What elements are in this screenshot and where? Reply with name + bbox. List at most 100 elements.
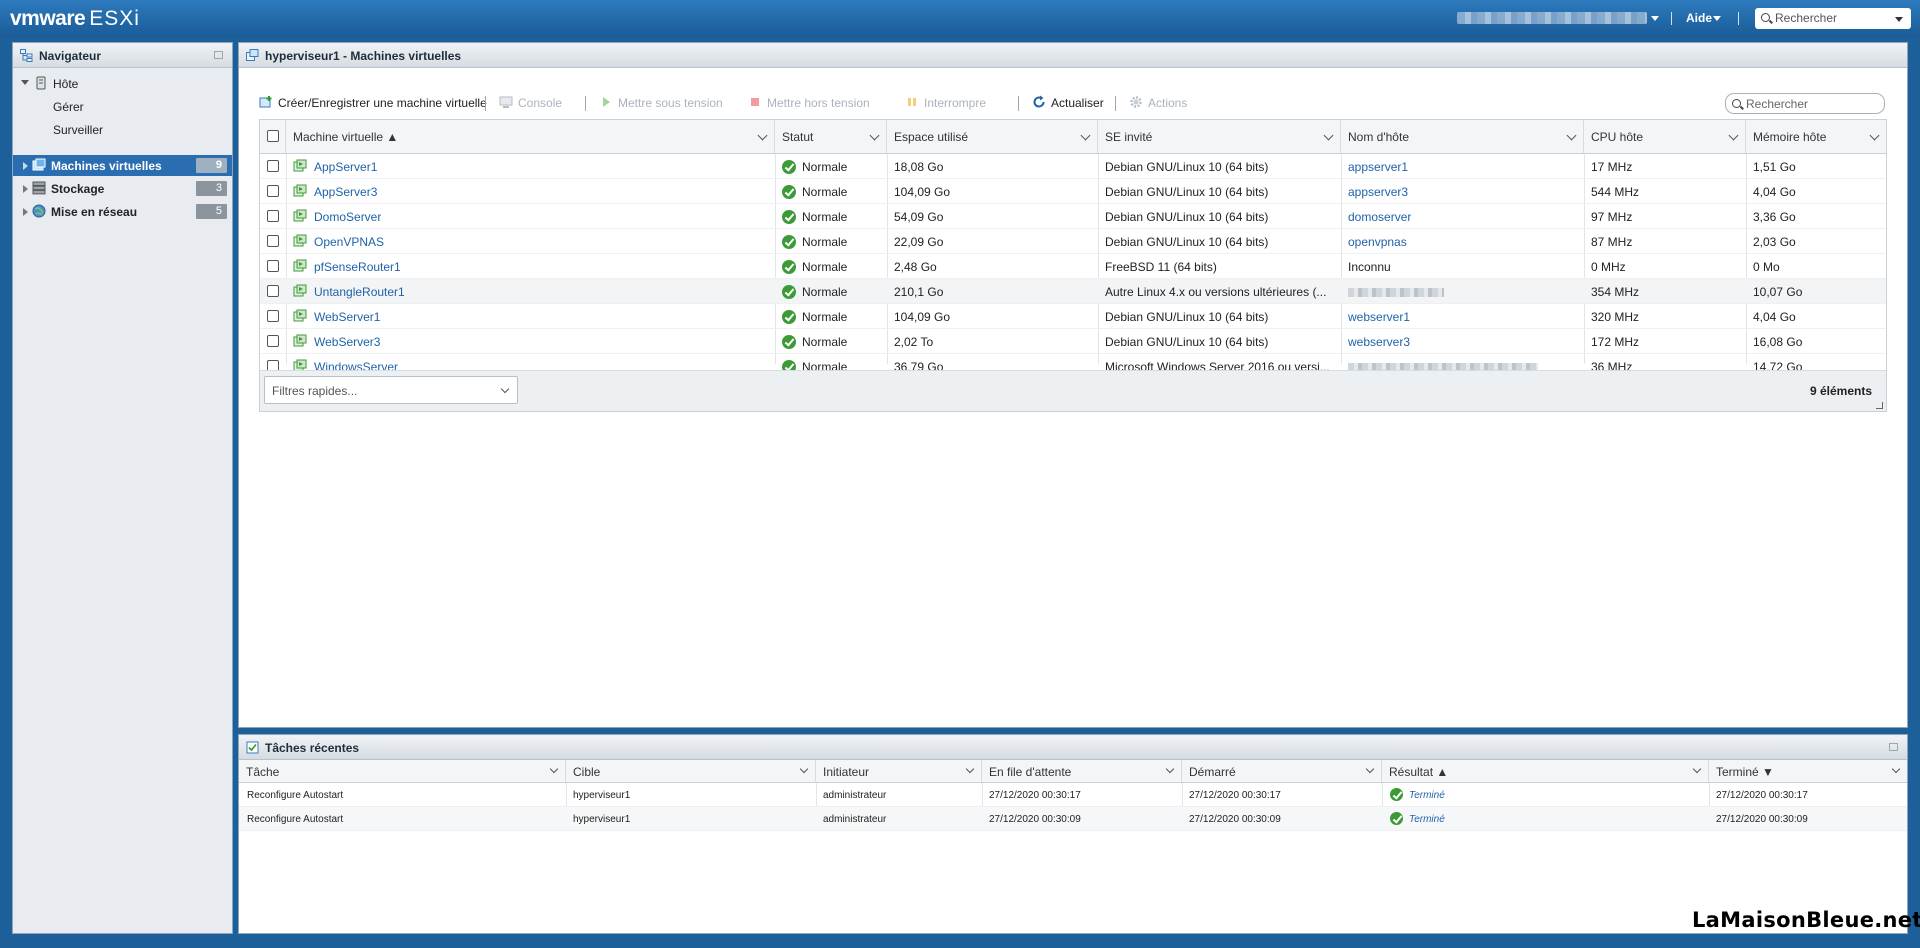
- vm-name-link[interactable]: AppServer3: [314, 185, 377, 199]
- chevron-down-icon[interactable]: [1165, 764, 1175, 774]
- column-header-initiator[interactable]: Initiateur: [816, 760, 982, 782]
- task-result[interactable]: Terminé: [1409, 814, 1445, 825]
- row-checkbox[interactable]: [267, 210, 279, 222]
- vm-search-input[interactable]: Rechercher: [1725, 93, 1885, 114]
- nav-item-virtual-machines[interactable]: Machines virtuelles 9: [13, 155, 232, 176]
- minimize-button[interactable]: [1889, 743, 1898, 751]
- column-header-task[interactable]: Tâche: [239, 760, 566, 782]
- nav-item-storage[interactable]: Stockage 3: [13, 178, 232, 199]
- vm-name-link[interactable]: WebServer1: [314, 310, 380, 324]
- table-row[interactable]: OpenVPNAS Normale 22,09 Go Debian GNU/Linux…: [260, 229, 1886, 254]
- chevron-down-icon[interactable]: [757, 130, 768, 141]
- suspend-button[interactable]: Interrompre: [905, 93, 986, 113]
- vm-name-link[interactable]: pfSenseRouter1: [314, 260, 401, 274]
- vm-name-link[interactable]: AppServer1: [314, 160, 377, 174]
- nav-item-networking[interactable]: Mise en réseau 5: [13, 201, 232, 222]
- expand-toggle-icon[interactable]: [23, 162, 28, 170]
- row-checkbox[interactable]: [267, 260, 279, 272]
- table-row[interactable]: WebServer1 Normale 104,09 Go Debian GNU/Lin…: [260, 304, 1886, 329]
- minimize-button[interactable]: [214, 51, 223, 59]
- nav-item-manage[interactable]: Gérer: [13, 96, 232, 117]
- expand-toggle-icon[interactable]: [23, 185, 28, 193]
- table-row[interactable]: UntangleRouter1 Normale 210,1 Go Autre Linu…: [260, 279, 1886, 304]
- chevron-down-icon[interactable]: [1080, 130, 1091, 141]
- column-header-status[interactable]: Statut: [775, 120, 887, 153]
- chevron-down-icon[interactable]: [1323, 130, 1334, 141]
- table-row[interactable]: WebServer3 Normale 2,02 To Debian GNU/Linux…: [260, 329, 1886, 354]
- chevron-down-icon[interactable]: [1566, 130, 1577, 141]
- refresh-button[interactable]: Actualiser: [1032, 93, 1104, 113]
- chevron-down-icon[interactable]: [869, 130, 880, 141]
- user-menu-caret-icon[interactable]: [1651, 16, 1659, 21]
- vm-name-link[interactable]: DomoServer: [314, 210, 381, 224]
- task-target[interactable]: hyperviseur1: [573, 790, 630, 801]
- row-checkbox[interactable]: [267, 160, 279, 172]
- task-row[interactable]: Reconfigure Autostart hyperviseur1 adminis…: [239, 783, 1907, 807]
- console-icon: [499, 96, 513, 108]
- column-header-host-name[interactable]: Nom d'hôte: [1341, 120, 1584, 153]
- vm-name-link[interactable]: OpenVPNAS: [314, 235, 384, 249]
- vmware-esxi-logo[interactable]: vmware ESXi: [10, 7, 140, 31]
- column-header-host-memory[interactable]: Mémoire hôte: [1746, 120, 1886, 153]
- vm-name-link[interactable]: WebServer3: [314, 335, 380, 349]
- expand-toggle-icon[interactable]: [21, 80, 29, 85]
- select-all-checkbox[interactable]: [267, 130, 279, 142]
- table-row[interactable]: AppServer3 Normale 104,09 Go Debian GNU/Lin…: [260, 179, 1886, 204]
- actions-button[interactable]: Actions: [1129, 93, 1187, 113]
- chevron-down-icon[interactable]: [1891, 764, 1901, 774]
- column-header-started[interactable]: Démarré: [1182, 760, 1382, 782]
- create-vm-button[interactable]: Créer/Enregistrer une machine virtuelle: [259, 93, 487, 113]
- chevron-down-icon[interactable]: [965, 764, 975, 774]
- column-header-target[interactable]: Cible: [566, 760, 816, 782]
- column-header-result[interactable]: Résultat ▲: [1382, 760, 1709, 782]
- nav-item-monitor[interactable]: Surveiller: [13, 119, 232, 140]
- expand-toggle-icon[interactable]: [23, 208, 28, 216]
- chevron-down-icon[interactable]: [1869, 130, 1880, 141]
- row-checkbox[interactable]: [267, 235, 279, 247]
- row-checkbox[interactable]: [267, 335, 279, 347]
- row-checkbox[interactable]: [267, 310, 279, 322]
- chevron-down-icon[interactable]: [1895, 17, 1903, 22]
- chevron-down-icon[interactable]: [549, 764, 559, 774]
- chevron-down-icon[interactable]: [799, 764, 809, 774]
- vm-name-link[interactable]: UntangleRouter1: [314, 285, 405, 299]
- host-name[interactable]: appserver1: [1348, 160, 1408, 174]
- status-text: Normale: [802, 285, 848, 299]
- power-on-button[interactable]: Mettre sous tension: [599, 93, 723, 113]
- chevron-down-icon[interactable]: [500, 384, 510, 394]
- host-name[interactable]: openvpnas: [1348, 235, 1407, 249]
- guest-os: Debian GNU/Linux 10 (64 bits): [1105, 310, 1269, 324]
- column-header-completed[interactable]: Terminé ▼: [1709, 760, 1907, 782]
- nav-item-host[interactable]: Hôte: [13, 73, 232, 94]
- help-menu[interactable]: Aide: [1686, 11, 1712, 25]
- task-target[interactable]: hyperviseur1: [573, 814, 630, 825]
- power-off-button[interactable]: Mettre hors tension: [748, 93, 870, 113]
- host-name[interactable]: webserver1: [1348, 310, 1410, 324]
- column-header-queued[interactable]: En file d'attente: [982, 760, 1182, 782]
- used-space: 104,09 Go: [894, 185, 951, 199]
- task-result[interactable]: Terminé: [1409, 790, 1445, 801]
- column-header-guest-os[interactable]: SE invité: [1098, 120, 1341, 153]
- console-button[interactable]: Console: [499, 93, 562, 113]
- user-menu[interactable]: [1457, 12, 1647, 24]
- host-name[interactable]: webserver3: [1348, 335, 1410, 349]
- column-header-vm-name[interactable]: Machine virtuelle ▲: [286, 120, 775, 153]
- global-search-input[interactable]: Rechercher: [1755, 8, 1911, 29]
- help-caret-icon[interactable]: [1713, 16, 1721, 21]
- row-checkbox[interactable]: [267, 285, 279, 297]
- table-row[interactable]: AppServer1 Normale 18,08 Go Debian GNU/Linu…: [260, 154, 1886, 179]
- column-header-host-cpu[interactable]: CPU hôte: [1584, 120, 1746, 153]
- row-checkbox[interactable]: [267, 185, 279, 197]
- resize-handle[interactable]: [1876, 402, 1883, 409]
- task-row[interactable]: Reconfigure Autostart hyperviseur1 adminis…: [239, 807, 1907, 831]
- host-name[interactable]: appserver3: [1348, 185, 1408, 199]
- chevron-down-icon[interactable]: [1692, 764, 1702, 774]
- chevron-down-icon[interactable]: [1365, 764, 1375, 774]
- table-row[interactable]: DomoServer Normale 54,09 Go Debian GNU/Linu…: [260, 204, 1886, 229]
- column-header-used-space[interactable]: Espace utilisé: [887, 120, 1098, 153]
- chevron-down-icon[interactable]: [1728, 130, 1739, 141]
- guest-os: Autre Linux 4.x ou versions ultérieures …: [1105, 285, 1327, 299]
- table-row[interactable]: pfSenseRouter1 Normale 2,48 Go FreeBSD 11 (…: [260, 254, 1886, 279]
- quick-filter-select[interactable]: Filtres rapides...: [264, 376, 518, 404]
- host-name[interactable]: domoserver: [1348, 210, 1411, 224]
